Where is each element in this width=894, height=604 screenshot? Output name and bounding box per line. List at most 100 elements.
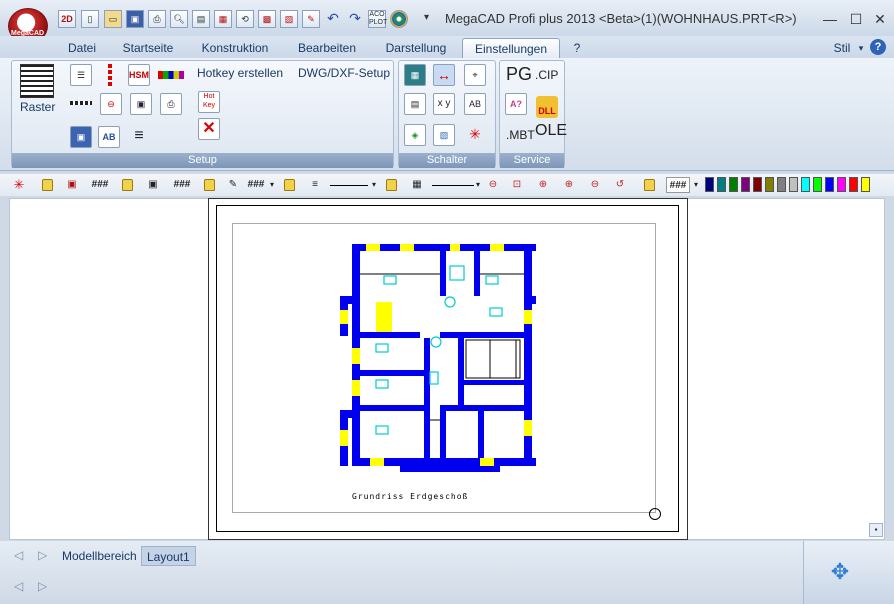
- color-swatch[interactable]: [765, 177, 774, 192]
- zoom-previous-icon[interactable]: ⊖: [588, 177, 602, 193]
- color-swatch[interactable]: [717, 177, 726, 192]
- help-icon[interactable]: ?: [870, 39, 886, 55]
- line-style-icon[interactable]: ≡: [306, 177, 324, 193]
- pen-icon[interactable]: ✎: [226, 177, 240, 193]
- line-style-preview[interactable]: [330, 185, 368, 186]
- zoom-in-icon[interactable]: ⊕: [562, 177, 576, 193]
- color-swatch[interactable]: [705, 177, 714, 192]
- color-settings-icon[interactable]: [158, 71, 184, 79]
- print-icon[interactable]: ⎙: [148, 10, 166, 28]
- close-icon[interactable]: ✕: [870, 10, 890, 28]
- zoom-out-icon[interactable]: ⊖: [486, 177, 500, 193]
- color-value[interactable]: ###: [666, 177, 690, 193]
- color-swatch[interactable]: [849, 177, 858, 192]
- style-menu[interactable]: Stil: [826, 38, 858, 58]
- line-width-tool-icon[interactable]: ▦: [408, 177, 426, 193]
- plot-settings-icon[interactable]: ▨: [280, 10, 298, 28]
- tab-konstruktion[interactable]: Konstruktion: [194, 38, 276, 58]
- new-file-icon[interactable]: ▯: [81, 10, 99, 28]
- open-folder-icon[interactable]: ▭: [104, 10, 122, 28]
- color-swatch[interactable]: [825, 177, 834, 192]
- lock-icon-5[interactable]: [386, 179, 397, 191]
- save-icon[interactable]: ▣: [126, 10, 144, 28]
- hotkey-icon[interactable]: Hot Key: [198, 91, 220, 113]
- color-swatch[interactable]: [801, 177, 810, 192]
- group-icon[interactable]: ▣: [145, 177, 161, 193]
- linetype-icon[interactable]: [108, 64, 112, 88]
- lock-icon-6[interactable]: [644, 179, 655, 191]
- floor-plan-drawing[interactable]: [340, 240, 540, 472]
- undo-icon[interactable]: ↶: [324, 10, 342, 28]
- line-width-icon[interactable]: [70, 101, 92, 105]
- dialog-settings-icon[interactable]: ▣: [130, 93, 152, 115]
- zoom-window-icon[interactable]: ⊡: [510, 177, 524, 193]
- nav-prev-icon-2[interactable]: ◁: [14, 579, 23, 593]
- tab-layout1[interactable]: Layout1: [141, 546, 196, 566]
- style-dropdown-icon[interactable]: ▾: [856, 38, 866, 58]
- mbt-button[interactable]: .MBT: [506, 128, 535, 142]
- color-swatch[interactable]: [837, 177, 846, 192]
- text-box-icon[interactable]: AB: [464, 93, 486, 115]
- color-swatch[interactable]: [813, 177, 822, 192]
- line-width-dropdown-icon[interactable]: ▾: [474, 177, 482, 193]
- delete-icon[interactable]: ✎: [302, 10, 320, 28]
- tab-modellbereich[interactable]: Modellbereich: [62, 549, 137, 563]
- lock-icon-3[interactable]: [204, 179, 215, 191]
- dll-button[interactable]: DLL: [536, 96, 558, 118]
- reference-switch-icon[interactable]: ▧: [433, 124, 455, 146]
- color-swatch[interactable]: [777, 177, 786, 192]
- tab-datei[interactable]: Datei: [60, 38, 104, 58]
- cip-button[interactable]: .CIP: [535, 68, 558, 82]
- snap-arrow-icon[interactable]: ↔: [433, 64, 455, 86]
- pen-value[interactable]: ###: [244, 177, 268, 193]
- group-value[interactable]: ###: [170, 177, 194, 193]
- qa-customize-icon[interactable]: ▾: [424, 12, 429, 23]
- corner-button[interactable]: ▪: [869, 523, 883, 537]
- tab-help[interactable]: ?: [568, 38, 586, 58]
- pen-dropdown-icon[interactable]: ▾: [268, 177, 276, 193]
- line-style-dropdown-icon[interactable]: ▾: [370, 177, 378, 193]
- layer-value[interactable]: ###: [88, 177, 112, 193]
- maximize-icon[interactable]: ☐: [846, 10, 866, 28]
- lock-icon-2[interactable]: [122, 179, 133, 191]
- tab-darstellung[interactable]: Darstellung: [378, 38, 454, 58]
- text-settings-icon[interactable]: ☰: [70, 64, 92, 86]
- dwg-dxf-setup-button[interactable]: DWG/DXF-Setup: [298, 66, 390, 80]
- pan-navigator-icon[interactable]: ✥: [818, 550, 862, 594]
- lock-icon-1[interactable]: [42, 179, 53, 191]
- tab-einstellungen[interactable]: Einstellungen: [462, 38, 560, 58]
- zoom-all-icon[interactable]: ⊕: [536, 177, 550, 193]
- delete-hotkey-icon[interactable]: ✕: [198, 118, 220, 140]
- pg-button[interactable]: PG: [506, 64, 532, 85]
- ole-button[interactable]: OLE: [535, 122, 567, 140]
- media-icon[interactable]: [390, 10, 408, 28]
- nav-prev-icon[interactable]: ◁: [14, 548, 23, 562]
- crosshair-icon[interactable]: ⌖: [464, 64, 486, 86]
- font-settings-icon[interactable]: AB: [98, 126, 120, 148]
- raster-grid-icon[interactable]: [20, 64, 54, 98]
- raster-label[interactable]: Raster: [20, 100, 55, 114]
- nav-next-icon[interactable]: ▷: [38, 548, 47, 562]
- printer-settings-icon[interactable]: ⎙: [160, 93, 182, 115]
- calculator-icon[interactable]: ▦: [404, 64, 426, 86]
- coordinate-icon[interactable]: x y: [433, 93, 455, 115]
- list-settings-icon[interactable]: ≡: [128, 126, 150, 148]
- asterisk-tool-icon[interactable]: ✳: [12, 177, 26, 193]
- redo-icon[interactable]: ↷: [346, 10, 364, 28]
- color-swatch[interactable]: [753, 177, 762, 192]
- tab-bearbeiten[interactable]: Bearbeiten: [290, 38, 364, 58]
- layer-switch-icon[interactable]: ◈: [404, 124, 426, 146]
- asterisk-icon[interactable]: ✳: [464, 124, 486, 146]
- color-swatch[interactable]: [861, 177, 870, 192]
- display-switch-icon[interactable]: ▤: [404, 93, 426, 115]
- page-setup-icon[interactable]: ▤: [192, 10, 210, 28]
- acplot-icon[interactable]: ACO PLOT: [368, 10, 387, 28]
- color-swatch[interactable]: [729, 177, 738, 192]
- refresh-icon[interactable]: ⟲: [236, 10, 254, 28]
- save-settings-icon[interactable]: ▣: [70, 126, 92, 148]
- nav-next-icon-2[interactable]: ▷: [38, 579, 47, 593]
- color-swatch[interactable]: [789, 177, 798, 192]
- zoom-settings-icon[interactable]: ⊖: [100, 93, 122, 115]
- minimize-icon[interactable]: —: [820, 10, 840, 28]
- layer-icon[interactable]: ▣: [64, 177, 80, 193]
